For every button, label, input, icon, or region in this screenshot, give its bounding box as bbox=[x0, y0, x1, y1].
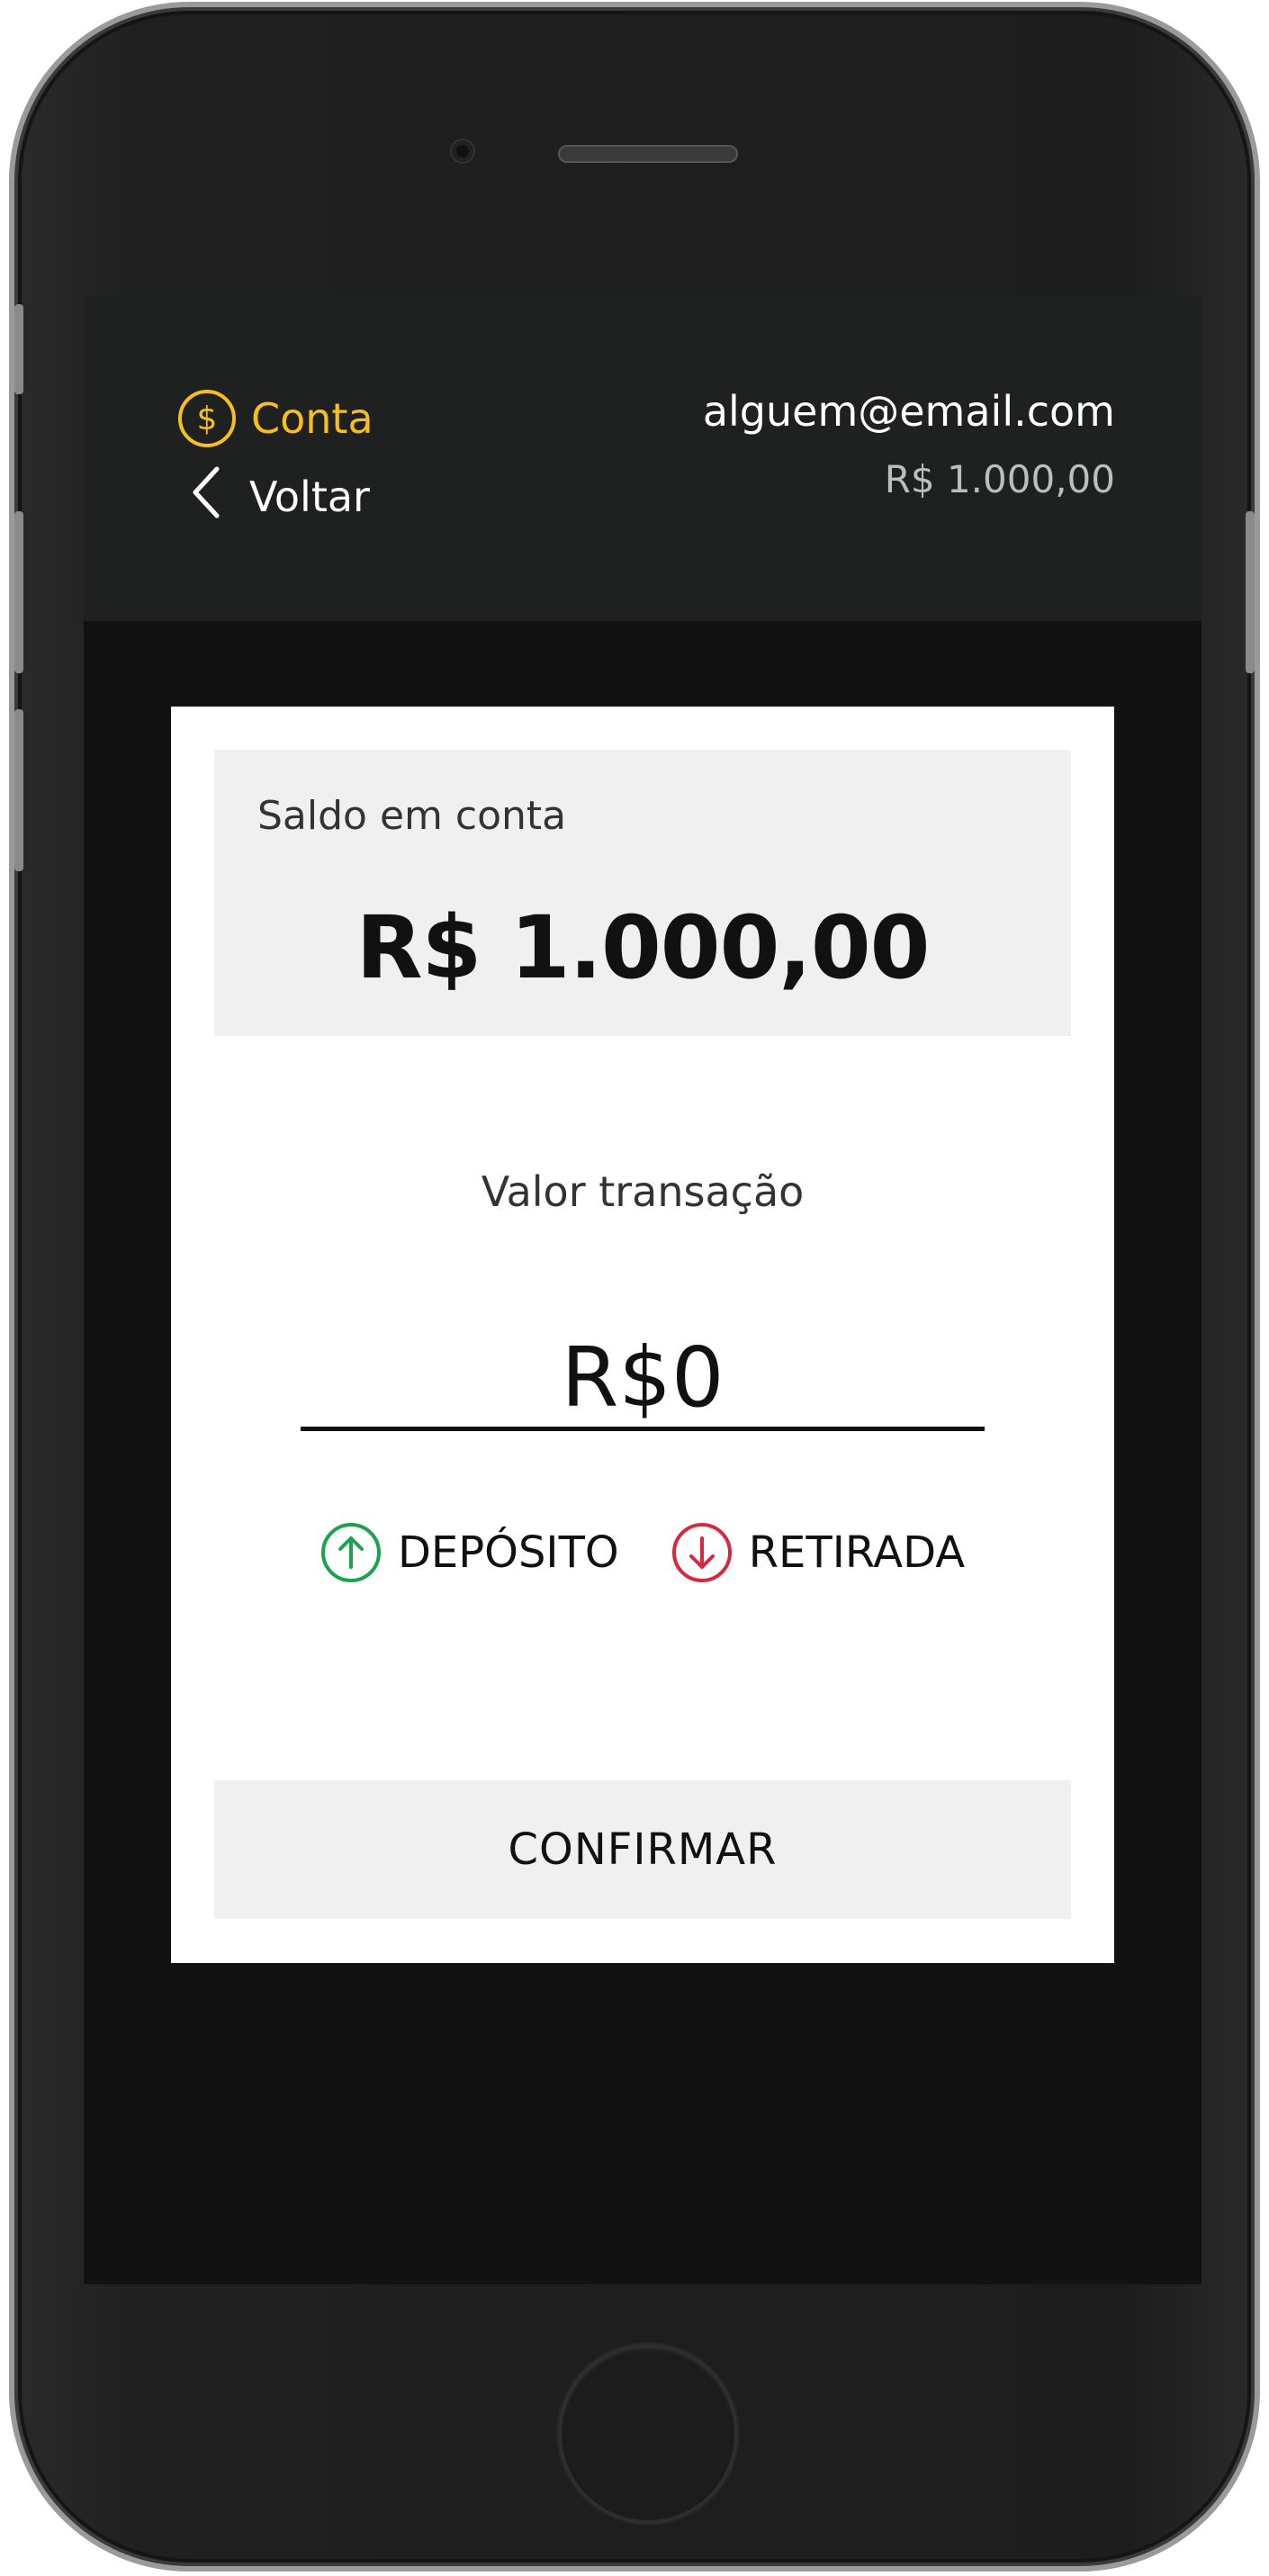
user-email: alguem@email.com bbox=[702, 387, 1115, 436]
balance-panel: Saldo em conta R$ 1.000,00 bbox=[214, 750, 1071, 1036]
phone-frame: $ Conta Voltar alguem@email.com R$ 1.000… bbox=[9, 2, 1260, 2571]
transaction-amount-input[interactable] bbox=[301, 1328, 985, 1431]
app-header: $ Conta Voltar alguem@email.com R$ 1.000… bbox=[84, 295, 1202, 621]
balance-value: R$ 1.000,00 bbox=[356, 897, 931, 998]
front-camera bbox=[452, 140, 473, 162]
power-button bbox=[1246, 511, 1255, 673]
header-balance: R$ 1.000,00 bbox=[884, 457, 1115, 501]
transaction-card: Saldo em conta R$ 1.000,00 Valor transaç… bbox=[171, 707, 1114, 1963]
mute-switch bbox=[14, 304, 23, 394]
back-button[interactable]: Voltar bbox=[190, 466, 370, 524]
volume-up-button bbox=[14, 511, 23, 673]
withdraw-option[interactable]: RETIRADA bbox=[671, 1517, 965, 1589]
arrow-down-circle-icon bbox=[671, 1522, 733, 1583]
account-nav[interactable]: $ Conta bbox=[177, 389, 374, 448]
balance-label: Saldo em conta bbox=[257, 793, 567, 839]
earpiece-speaker bbox=[558, 145, 738, 163]
transaction-amount-label: Valor transação bbox=[481, 1167, 805, 1216]
svg-text:$: $ bbox=[197, 401, 218, 437]
transaction-type-selector: DEPÓSITO RETIRADA bbox=[171, 1517, 1114, 1589]
confirm-button[interactable]: CONFIRMAR bbox=[214, 1780, 1071, 1919]
withdraw-option-label: RETIRADA bbox=[748, 1527, 966, 1578]
home-button bbox=[558, 2344, 738, 2524]
back-button-label: Voltar bbox=[249, 473, 370, 521]
chevron-left-icon bbox=[190, 465, 220, 529]
deposit-option[interactable]: DEPÓSITO bbox=[320, 1517, 619, 1589]
app-screen: $ Conta Voltar alguem@email.com R$ 1.000… bbox=[84, 295, 1202, 2284]
account-nav-label: Conta bbox=[251, 394, 374, 443]
volume-down-button bbox=[14, 709, 23, 871]
arrow-up-circle-icon bbox=[320, 1522, 382, 1583]
dollar-coin-icon: $ bbox=[177, 389, 237, 448]
deposit-option-label: DEPÓSITO bbox=[397, 1527, 619, 1578]
